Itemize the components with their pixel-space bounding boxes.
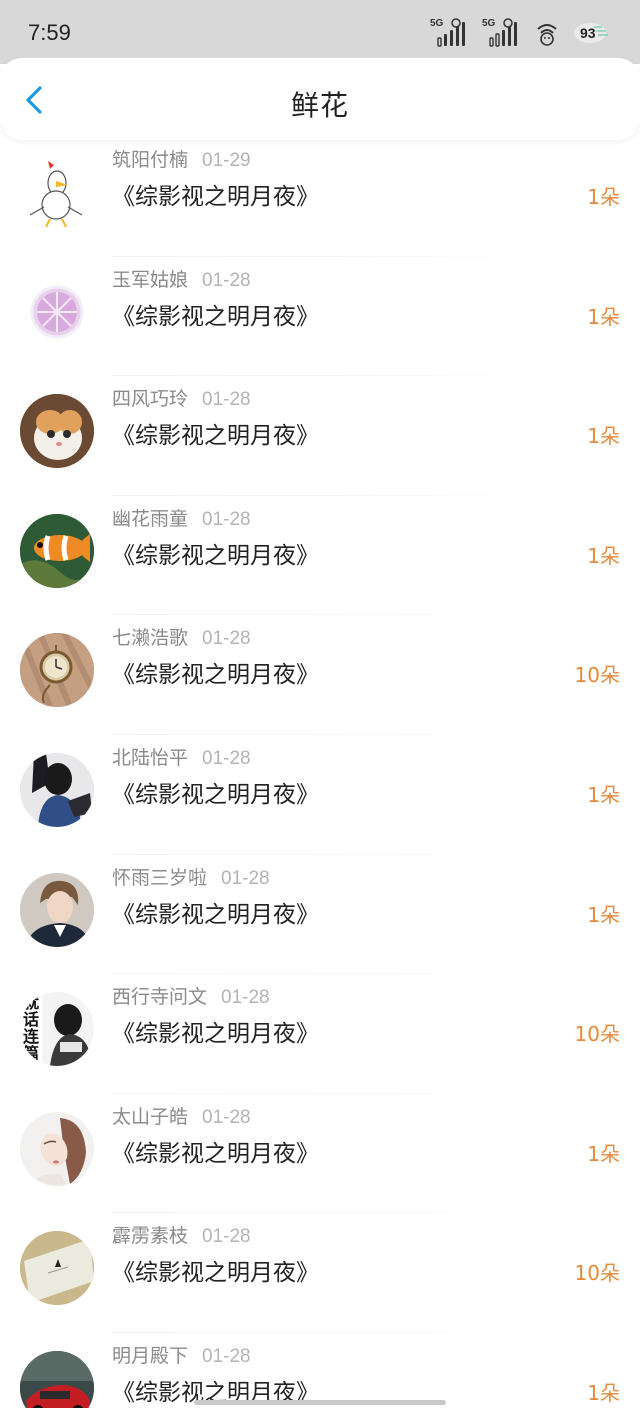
user-name: 四风巧玲 01-28	[112, 388, 251, 411]
list-item[interactable]: 霹雳素枝 01-28 《综影视之明月夜》 10朵	[0, 1213, 640, 1333]
user-name: 霹雳素枝 01-28	[112, 1225, 251, 1248]
book-title: 《综影视之明月夜》	[112, 781, 319, 808]
battery-icon: 93	[572, 19, 612, 47]
list-item[interactable]: 幽花雨童 01-28 《综影视之明月夜》 1朵	[0, 496, 640, 616]
item-date: 01-28	[221, 867, 270, 889]
item-date: 01-28	[202, 747, 251, 769]
user-name: 幽花雨童 01-28	[112, 507, 251, 530]
avatar[interactable]	[20, 513, 94, 588]
flower-list: 筑阳付楠 01-29 《综影视之明月夜》 1朵 玉军姑娘 01-28 《综影视之明月…	[0, 137, 640, 1408]
flower-count: 1朵	[587, 424, 620, 449]
item-date: 01-28	[202, 1106, 251, 1128]
book-title: 《综影视之明月夜》	[112, 423, 319, 450]
list-item[interactable]: 怀雨三岁啦 01-28 《综影视之明月夜》 1朵	[0, 855, 640, 975]
home-indicator[interactable]	[194, 1400, 446, 1405]
flower-count: 1朵	[587, 304, 620, 329]
list-item[interactable]: 太山子皓 01-28 《综影视之明月夜》 1朵	[0, 1094, 640, 1214]
item-date: 01-28	[202, 1226, 251, 1248]
user-name: 怀雨三岁啦 01-28	[112, 866, 270, 889]
flower-count: 1朵	[587, 1141, 620, 1166]
battery-percent: 93	[580, 25, 596, 41]
avatar[interactable]	[20, 1231, 94, 1306]
user-name: 明月殿下 01-28	[112, 1344, 251, 1367]
avatar-text: 就话连篇	[23, 993, 40, 1064]
avatar[interactable]	[20, 633, 94, 708]
user-name: 北陆怡平 01-28	[112, 746, 251, 769]
book-title: 《综影视之明月夜》	[112, 1260, 319, 1287]
status-time: 7:59	[28, 20, 71, 45]
user-name: 七濑浩歌 01-28	[112, 627, 251, 650]
user-name: 西行寺问文 01-28	[112, 986, 270, 1009]
list-item[interactable]: 明月殿下 01-28 《综影视之明月夜》 1朵	[0, 1333, 640, 1408]
avatar[interactable]	[20, 394, 94, 469]
list-item[interactable]: 七濑浩歌 01-28 《综影视之明月夜》 10朵	[0, 615, 640, 735]
book-title: 《综影视之明月夜》	[112, 1021, 319, 1048]
item-date: 01-28	[202, 1345, 251, 1367]
avatar[interactable]	[20, 752, 94, 827]
avatar[interactable]	[20, 155, 94, 229]
list-item[interactable]: 北陆怡平 01-28 《综影视之明月夜》 1朵	[0, 735, 640, 855]
book-title: 《综影视之明月夜》	[112, 303, 319, 330]
flower-count: 1朵	[587, 543, 620, 568]
book-title: 《综影视之明月夜》	[112, 184, 319, 210]
user-name: 玉军姑娘 01-28	[112, 268, 251, 291]
user-name: 筑阳付楠 01-29	[112, 149, 251, 171]
list-item[interactable]: 筑阳付楠 01-29 《综影视之明月夜》 1朵	[0, 137, 640, 257]
avatar[interactable]	[20, 1111, 94, 1186]
flower-count: 1朵	[587, 1380, 620, 1405]
flower-count: 10朵	[574, 1261, 620, 1286]
book-title: 《综影视之明月夜》	[112, 662, 319, 689]
item-date: 01-28	[221, 987, 270, 1009]
nav-bar: 鲜花	[0, 58, 640, 140]
status-bar: 7:59 5G 5G 93	[0, 0, 640, 64]
flower-count: 10朵	[574, 663, 620, 688]
item-date: 01-28	[202, 628, 251, 650]
flower-count: 1朵	[587, 782, 620, 807]
avatar[interactable]	[20, 274, 94, 349]
item-date: 01-29	[202, 150, 251, 171]
item-date: 01-28	[202, 389, 251, 411]
user-name: 太山子皓 01-28	[112, 1105, 251, 1128]
status-icons: 5G 5G 93	[430, 16, 612, 50]
avatar[interactable]: 就话连篇	[20, 992, 94, 1067]
signal-5g-icon: 5G	[482, 18, 522, 48]
item-date: 01-28	[202, 508, 251, 530]
signal-5g-icon: 5G	[430, 18, 470, 48]
list-item[interactable]: 就话连篇 西行寺问文 01-28 《综影视之明月夜》 10朵	[0, 974, 640, 1094]
page-title: 鲜花	[290, 89, 349, 122]
flower-count: 10朵	[574, 1022, 620, 1047]
list-item[interactable]: 四风巧玲 01-28 《综影视之明月夜》 1朵	[0, 376, 640, 496]
flower-count: 1朵	[587, 185, 620, 209]
book-title: 《综影视之明月夜》	[112, 542, 319, 569]
book-title: 《综影视之明月夜》	[112, 901, 319, 928]
flower-count: 1朵	[587, 902, 620, 927]
avatar[interactable]	[20, 1350, 94, 1408]
item-date: 01-28	[202, 269, 251, 291]
wifi-icon	[537, 24, 557, 46]
avatar[interactable]	[20, 872, 94, 947]
book-title: 《综影视之明月夜》	[112, 1140, 319, 1167]
list-item[interactable]: 玉军姑娘 01-28 《综影视之明月夜》 1朵	[0, 257, 640, 377]
